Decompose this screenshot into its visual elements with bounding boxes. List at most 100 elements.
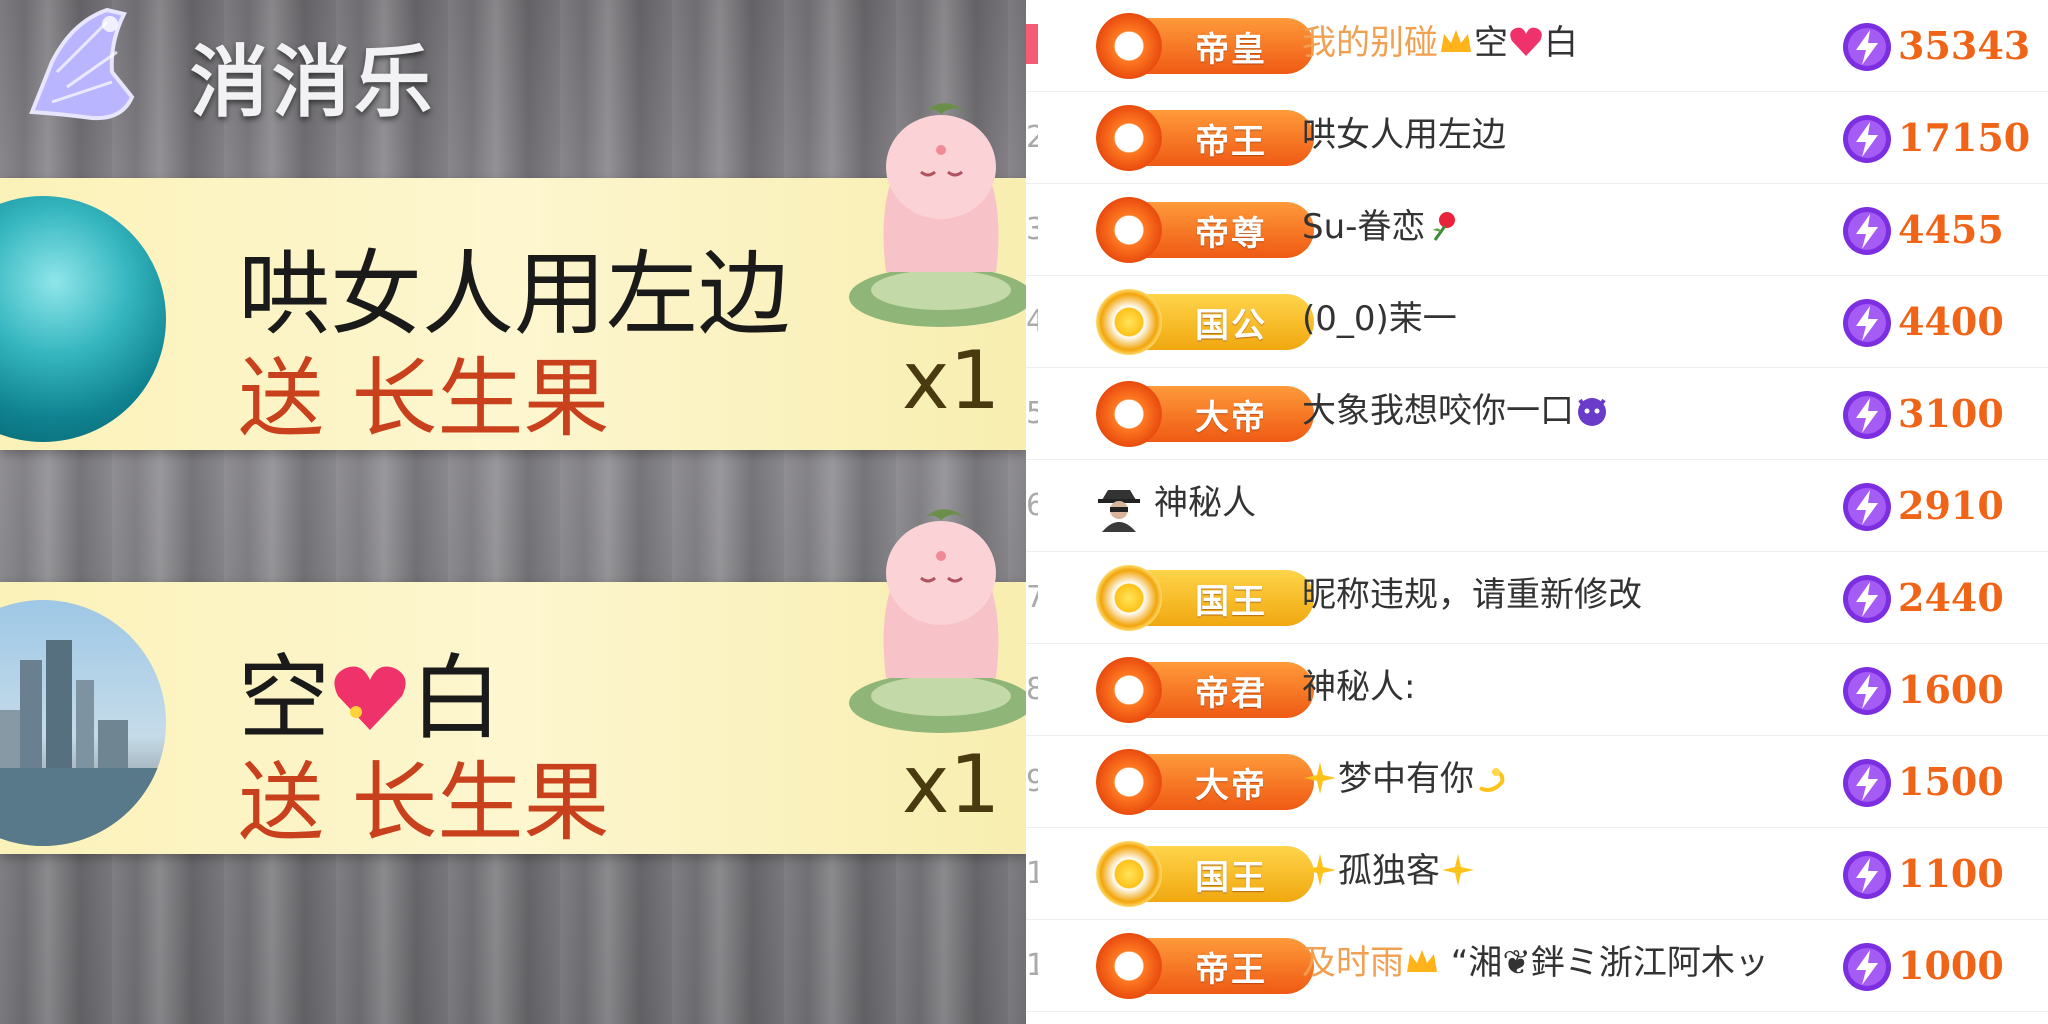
badge-label: 国王: [1195, 857, 1267, 898]
contribution-score: 4455: [1898, 207, 2004, 252]
lightning-coin-icon: [1843, 299, 1891, 347]
contribution-score: 35343: [1898, 23, 2031, 68]
rank-badge: 帝尊: [1096, 197, 1314, 263]
avatar[interactable]: [0, 196, 166, 442]
badge-emblem-icon: [1096, 565, 1162, 631]
rank-badge: 帝君: [1096, 657, 1314, 723]
rank-badge: 大帝: [1096, 381, 1314, 447]
leaderboard-row[interactable]: 6 神秘人 2910: [1026, 460, 2048, 552]
contribution-score: 4400: [1898, 299, 2004, 344]
leaderboard-row[interactable]: 5 大帝 大象我想咬你一口 3100: [1026, 368, 2048, 460]
rank-number: 3: [1026, 212, 1038, 247]
gift-action-text: 送 长生果: [238, 349, 610, 449]
gift-count: x1: [902, 334, 1001, 427]
leaderboard-row[interactable]: 2 帝王 哄女人用左边 17150: [1026, 92, 2048, 184]
lightning-coin-icon: [1843, 391, 1891, 439]
leaderboard-row[interactable]: 8 帝君 神秘人: 1600: [1026, 644, 2048, 736]
badge-emblem-icon: [1096, 105, 1162, 171]
badge-label: 大帝: [1195, 397, 1267, 438]
gift-count: x1: [902, 738, 1001, 831]
rank-number: 11: [1026, 948, 1038, 983]
rank-number: [1026, 24, 1038, 64]
rank-number: 5: [1026, 396, 1038, 431]
crown-icon: [1441, 30, 1471, 52]
contribution-score: 2910: [1898, 483, 2004, 528]
rank-badge: 国王: [1096, 565, 1314, 631]
badge-label: 帝尊: [1195, 213, 1267, 254]
rank-number: 9: [1026, 764, 1038, 799]
badge-emblem-icon: [1096, 749, 1162, 815]
lightning-coin-icon: [1843, 115, 1891, 163]
badge-emblem-icon: [1096, 197, 1162, 263]
rank-badge: 国王: [1096, 841, 1314, 907]
contribution-score: 1600: [1898, 667, 2004, 712]
leaderboard-row[interactable]: 3 帝尊 Su-眷恋 4455: [1026, 184, 2048, 276]
rank-number: 10: [1026, 856, 1038, 891]
leaderboard-row[interactable]: 7 国王 昵称违规，请重新修改 2440: [1026, 552, 2048, 644]
sparkle-icon: [1304, 762, 1336, 794]
contribution-score: 3100: [1898, 391, 2004, 436]
lightning-coin-icon: [1843, 483, 1891, 531]
devil-icon: [1578, 398, 1606, 426]
leaderboard-row[interactable]: 帝皇 我的别碰空白 35343: [1026, 0, 2048, 92]
badge-label: 帝王: [1195, 121, 1267, 162]
sparkle-icon: [1304, 854, 1336, 886]
badge-label: 大帝: [1195, 765, 1267, 806]
badge-label: 国公: [1195, 305, 1267, 346]
badge-label: 帝君: [1195, 673, 1267, 714]
heart-icon: [1510, 27, 1542, 56]
user-nickname[interactable]: 孤独客: [1302, 828, 1476, 920]
badge-emblem-icon: [1096, 13, 1162, 79]
badge-emblem-icon: [1096, 657, 1162, 723]
rose-icon: [1433, 212, 1456, 241]
contribution-leaderboard: 帝皇 我的别碰空白 35343 2 帝王 哄女人用左边 17150 3 帝尊 Su-眷恋 4455 4…: [1026, 0, 2048, 1024]
user-nickname[interactable]: Su-眷恋: [1302, 184, 1461, 276]
user-nickname[interactable]: 梦中有你: [1302, 736, 1510, 828]
contribution-score: 1100: [1898, 851, 2004, 896]
user-nickname[interactable]: (0_0)茉一: [1302, 276, 1457, 368]
leaderboard-row[interactable]: 10 国王孤独客 1100: [1026, 828, 2048, 920]
badge-emblem-icon: [1096, 289, 1162, 355]
badge-emblem-icon: [1096, 381, 1162, 447]
rank-number: 7: [1026, 580, 1038, 615]
crown-icon: [1407, 950, 1437, 972]
badge-emblem-icon: [1096, 933, 1162, 999]
lightning-coin-icon: [1843, 23, 1891, 71]
lightning-coin-icon: [1843, 575, 1891, 623]
leaderboard-row[interactable]: 4 国公 (0_0)茉一 4400: [1026, 276, 2048, 368]
user-nickname[interactable]: 神秘人: [1154, 460, 1256, 552]
user-nickname[interactable]: 及时雨 “湘❦鉡ミ浙江阿木ッ: [1302, 920, 1769, 1012]
spy-icon: [1098, 490, 1140, 532]
user-nickname[interactable]: 哄女人用左边: [1302, 92, 1506, 184]
lightning-coin-icon: [1843, 943, 1891, 991]
contribution-score: 17150: [1898, 115, 2031, 160]
rank-badge: 帝王: [1096, 105, 1314, 171]
lightning-coin-icon: [1843, 667, 1891, 715]
rank-badge: 帝皇: [1096, 13, 1314, 79]
leaderboard-row[interactable]: 11 帝王及时雨 “湘❦鉡ミ浙江阿木ッ 1000: [1026, 920, 2048, 1012]
lightning-coin-icon: [1843, 207, 1891, 255]
heart-icon: [334, 666, 406, 730]
user-nickname[interactable]: 大象我想咬你一口: [1302, 368, 1610, 460]
gift-action-text: 送 长生果: [238, 753, 610, 853]
live-stream-panel: 消消乐 哄女人用左边 送 长生果 x1 空白 送 长生果 x1: [0, 0, 1026, 1024]
contribution-score: 1500: [1898, 759, 2004, 804]
leaderboard-row[interactable]: 9 大帝 梦中有你 1500: [1026, 736, 2048, 828]
lightning-coin-icon: [1843, 851, 1891, 899]
badge-emblem-icon: [1096, 841, 1162, 907]
user-nickname[interactable]: 昵称违规，请重新修改: [1302, 552, 1642, 644]
badge-label: 帝皇: [1195, 29, 1267, 70]
rank-number: 4: [1026, 304, 1038, 339]
peach-gift-icon: [849, 509, 1026, 733]
rank-number: 6: [1026, 488, 1038, 523]
rank-number: 2: [1026, 120, 1038, 155]
contribution-score: 2440: [1898, 575, 2004, 620]
user-nickname[interactable]: 神秘人:: [1302, 644, 1415, 736]
lightning-coin-icon: [1843, 759, 1891, 807]
contribution-score: 1000: [1898, 943, 2004, 988]
user-nickname[interactable]: 我的别碰空白: [1302, 0, 1578, 92]
badge-label: 帝王: [1195, 949, 1267, 990]
avatar[interactable]: [0, 600, 166, 846]
rank-number: 8: [1026, 672, 1038, 707]
badge-label: 国王: [1195, 581, 1267, 622]
